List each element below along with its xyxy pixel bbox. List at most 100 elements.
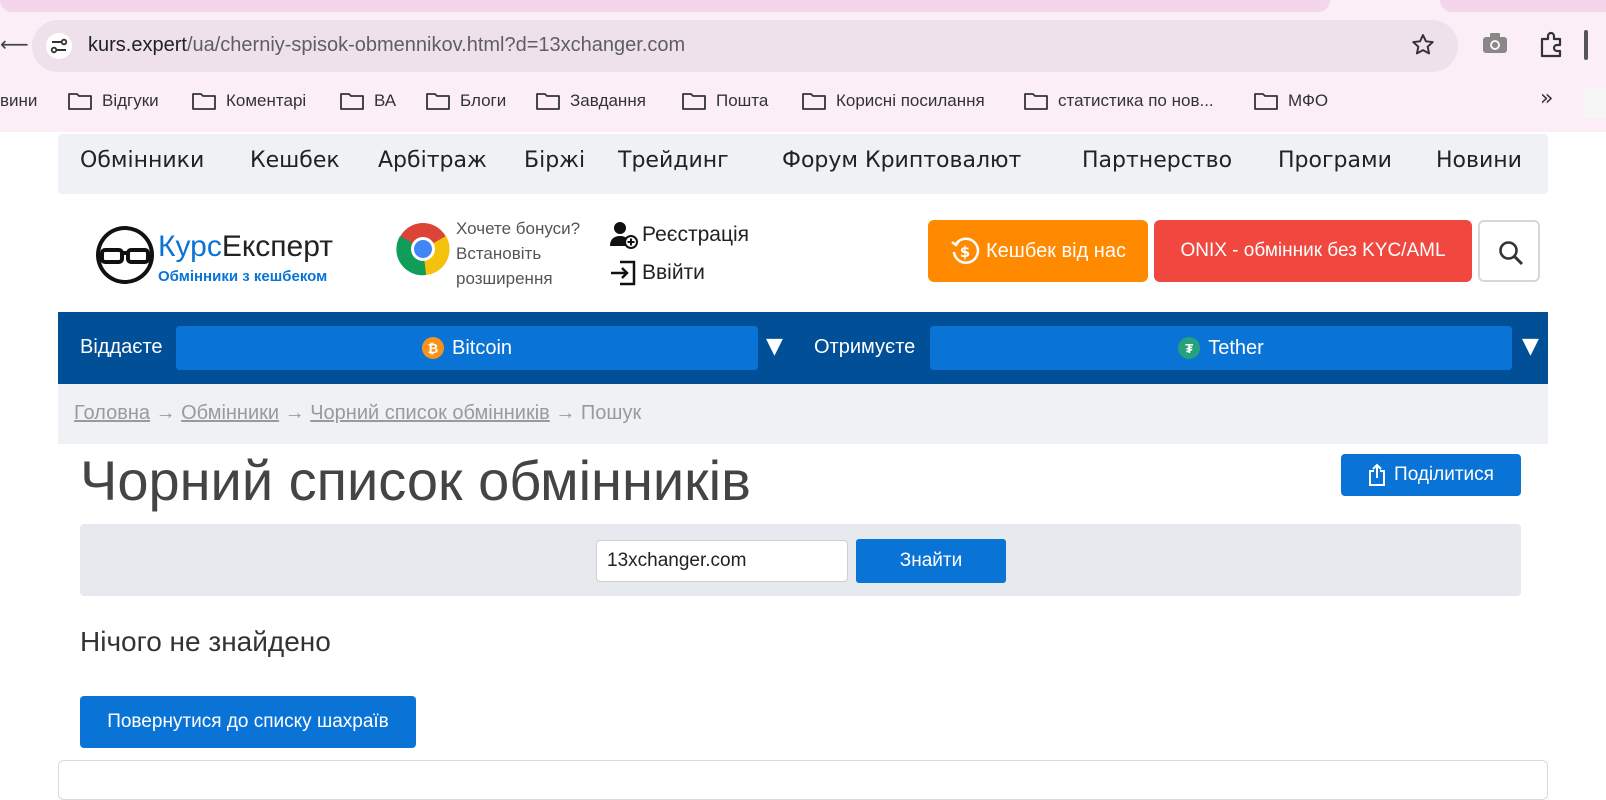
give-dropdown-arrow-icon[interactable]: ▼ (766, 334, 783, 359)
bookmark-folder[interactable]: Коментарі (192, 86, 306, 116)
breadcrumb-exchangers[interactable]: Обмінники (181, 402, 279, 424)
folder-icon (802, 93, 826, 110)
bookmark-folder[interactable]: ВА (340, 86, 396, 116)
bookmark-label: Пошта (716, 91, 769, 110)
bookmark-folder[interactable]: статистика по нов... (1024, 86, 1214, 116)
find-button[interactable]: Знайти (856, 539, 1006, 583)
nav-item-arbitrage[interactable]: Арбітраж (378, 148, 487, 173)
exchange-selector-bar: Віддаєте ₿ Bitcoin ▼ Отримуєте ₮ Tether … (58, 312, 1548, 384)
bookmark-folder[interactable]: Корисні посилання (802, 86, 985, 116)
url-text[interactable]: kurs.expert/ua/cherniy-spisok-obmennikov… (88, 34, 685, 57)
login-link[interactable]: Ввійти (610, 254, 749, 292)
auth-links: Реєстрація Ввійти (610, 216, 749, 292)
onix-label: ONIX - обмінник без KYC/AML (1180, 240, 1446, 261)
extensions-icon[interactable] (1538, 30, 1566, 62)
camera-icon[interactable] (1482, 32, 1508, 58)
url-path: /ua/cherniy-spisok-obmennikov.html?d=13x… (186, 34, 686, 56)
breadcrumb-home[interactable]: Головна (74, 402, 150, 424)
nav-item-exchanges[interactable]: Біржі (524, 148, 585, 173)
breadcrumb-separator: → (155, 402, 176, 424)
bookmark-label: Корисні посилання (836, 91, 985, 110)
folder-icon (536, 93, 560, 110)
tether-icon: ₮ (1178, 337, 1201, 359)
bookmark-label: МФО (1288, 91, 1329, 110)
cashback-label: Кешбек від нас (986, 239, 1126, 262)
bookmark-folder[interactable]: Блоги (426, 86, 506, 116)
nav-item-news[interactable]: Новини (1436, 148, 1522, 173)
chrome-browser-icon[interactable] (396, 222, 450, 280)
nav-item-trading[interactable]: Трейдинг (618, 148, 729, 173)
extension-promo[interactable]: Хочете бонуси? Встановіть розширення (456, 216, 580, 291)
get-currency-select[interactable]: ₮ Tether (930, 326, 1512, 370)
logo-wordmark: КурсЕксперт (158, 230, 333, 264)
get-label: Отримуєте (814, 336, 916, 358)
extension-promo-line: Хочете бонуси? (456, 219, 581, 238)
nav-item-exchangers[interactable]: Обмінники (80, 148, 204, 173)
breadcrumb-current: Пошук (580, 402, 642, 424)
nav-item-partnership[interactable]: Партнерство (1082, 148, 1232, 173)
nav-item-cashback[interactable]: Кешбек (250, 148, 340, 173)
folder-icon (426, 93, 450, 110)
side-strip (1584, 88, 1606, 118)
folder-icon (192, 93, 216, 110)
register-label: Реєстрація (642, 223, 750, 246)
folder-icon (1254, 93, 1278, 110)
bookmark-label: Коментарі (226, 91, 307, 110)
login-icon (611, 260, 636, 286)
bookmark-item[interactable]: вини (0, 86, 37, 116)
back-to-scammers-button[interactable]: Повернутися до списку шахраїв (80, 696, 416, 748)
give-currency-value: Bitcoin (451, 336, 513, 359)
back-to-scammers-label: Повернутися до списку шахраїв (107, 711, 389, 732)
bookmarks-bar: вини Відгуки Коментарі ВА Блоги Завдання… (0, 86, 1606, 116)
register-link[interactable]: Реєстрація (610, 216, 749, 254)
give-currency-select[interactable]: ₿ Bitcoin (176, 326, 758, 370)
folder-icon (68, 93, 92, 110)
page-title: Чорний список обмінників (80, 449, 751, 512)
tab[interactable] (0, 0, 1330, 12)
logo-tagline: Обмінники з кешбеком (158, 268, 328, 285)
search-icon (1499, 241, 1524, 266)
give-label: Віддаєте (80, 336, 163, 358)
onix-promo-button[interactable]: ONIX - обмінник без KYC/AML (1154, 220, 1472, 282)
bookmark-label: ВА (374, 91, 397, 110)
extension-promo-line: Встановіть (456, 244, 542, 263)
blacklist-search-panel: Знайти (80, 524, 1521, 596)
folder-icon (340, 93, 364, 110)
bookmark-label: статистика по нов... (1058, 91, 1214, 110)
nav-item-forum[interactable]: Форум Криптовалют (782, 148, 1021, 173)
side-panel-handle[interactable] (1584, 30, 1588, 60)
more-bookmarks-button[interactable]: » (1540, 86, 1553, 111)
logo-glasses-icon (96, 226, 154, 284)
share-button[interactable]: Поділитися (1341, 454, 1521, 496)
breadcrumb-blacklist[interactable]: Чорний список обмінників (310, 402, 550, 424)
back-arrow-icon[interactable]: ⟵ (0, 32, 29, 56)
logo-part1: Курс (158, 230, 222, 263)
bookmark-folder[interactable]: Пошта (682, 86, 768, 116)
bookmark-star-icon[interactable] (1410, 32, 1436, 62)
bitcoin-icon: ₿ (421, 337, 444, 359)
add-user-icon (610, 222, 638, 249)
bookmark-folder[interactable]: Завдання (536, 86, 646, 116)
cashback-icon: $ (951, 237, 980, 264)
tab[interactable] (1440, 0, 1606, 12)
site-logo[interactable]: КурсЕксперт Обмінники з кешбеком (94, 220, 364, 288)
content-card (58, 760, 1548, 800)
login-label: Ввійти (642, 261, 705, 284)
breadcrumb-separator: → (284, 402, 305, 424)
nav-item-programs[interactable]: Програми (1278, 148, 1392, 173)
cashback-button[interactable]: $ Кешбек від нас (928, 220, 1148, 282)
address-bar[interactable]: kurs.expert/ua/cherniy-spisok-obmennikov… (32, 20, 1458, 72)
site-search-button[interactable] (1478, 220, 1540, 282)
site-settings-icon[interactable] (46, 33, 72, 59)
tab-strip (0, 0, 1606, 12)
bookmark-label: вини (0, 91, 38, 110)
url-host: kurs.expert (88, 34, 187, 56)
bookmark-folder[interactable]: МФО (1254, 86, 1328, 116)
main-nav: Обмінники Кешбек Арбітраж Біржі Трейдинг… (58, 134, 1548, 194)
blacklist-search-input[interactable] (596, 540, 848, 582)
browser-chrome: ⟵ kurs.expert/ua/cherniy-spisok-obmennik… (0, 0, 1606, 132)
svg-text:$: $ (960, 243, 970, 261)
bookmark-folder[interactable]: Відгуки (68, 86, 159, 116)
get-dropdown-arrow-icon[interactable]: ▼ (1522, 334, 1539, 359)
breadcrumb-separator: → (555, 402, 576, 424)
